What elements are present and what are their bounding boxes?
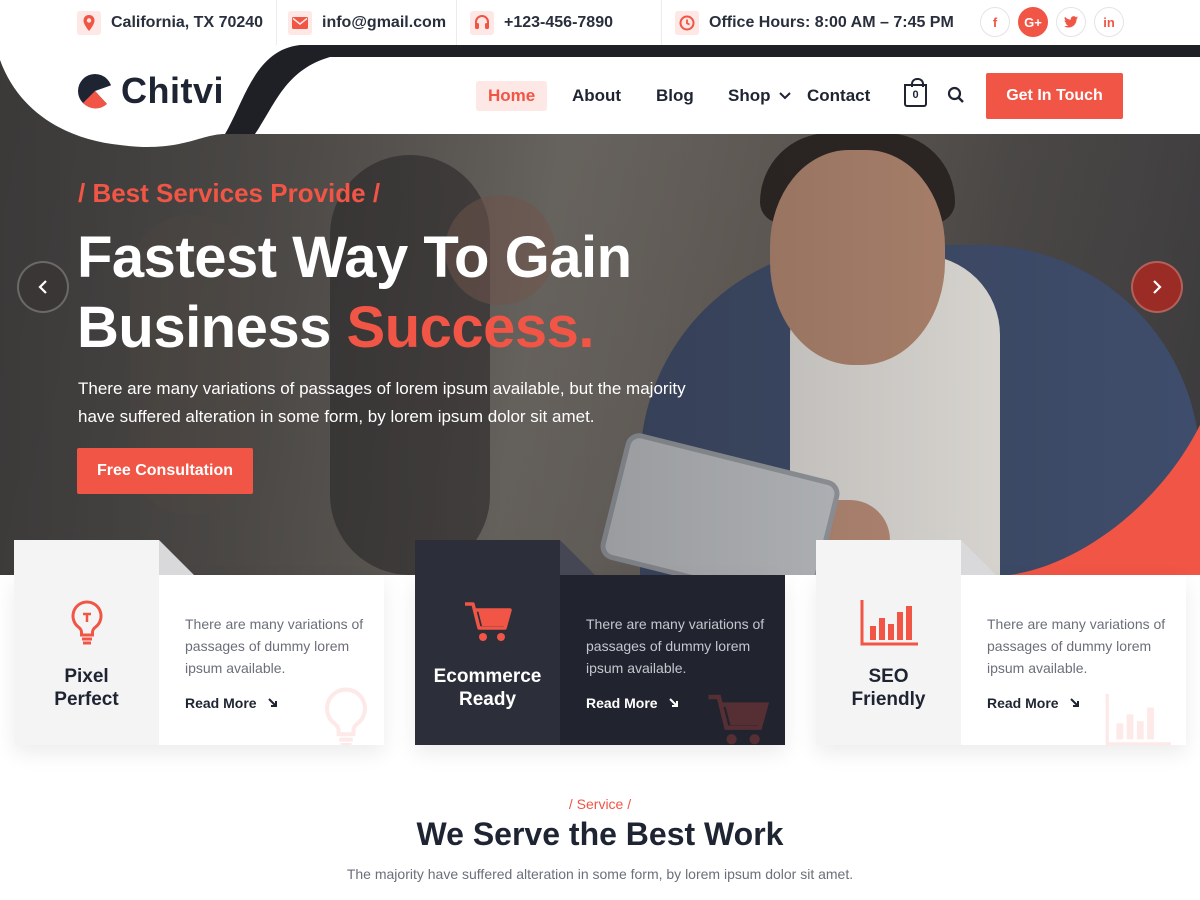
chevron-down-icon	[778, 92, 791, 100]
lightbulb-watermark-icon	[325, 687, 367, 745]
chevron-left-icon	[38, 280, 47, 294]
card-right-panel: There are many variations of passages of…	[961, 575, 1186, 745]
linkedin-icon[interactable]: in	[1094, 7, 1124, 37]
read-more-link[interactable]: Read More	[586, 695, 679, 711]
bar-chart-watermark-icon	[1105, 693, 1171, 745]
nav-blog[interactable]: Blog	[644, 81, 706, 111]
cart-watermark-icon	[708, 694, 770, 745]
nav-about[interactable]: About	[560, 81, 633, 111]
hero-corner-shape	[1010, 425, 1200, 575]
google-plus-label: G+	[1024, 14, 1042, 30]
headphones-icon	[470, 10, 494, 35]
logo-icon	[78, 74, 113, 109]
card-left-panel: SEO Friendly	[816, 575, 961, 745]
divider	[276, 0, 277, 45]
nav-shop[interactable]: Shop	[716, 81, 799, 111]
brand-name: Chitvi	[121, 70, 225, 111]
cart-count: 0	[912, 89, 919, 101]
search-icon[interactable]	[947, 86, 965, 104]
linkedin-label: in	[1103, 14, 1115, 30]
read-more-link[interactable]: Read More	[185, 695, 278, 711]
arrow-down-right-icon	[268, 698, 278, 707]
envelope-icon	[288, 10, 312, 35]
read-more-link[interactable]: Read More	[987, 695, 1080, 711]
read-more-label: Read More	[987, 695, 1059, 711]
hero-headline-accent: Success.	[346, 295, 595, 360]
service-eyebrow: / Service /	[568, 796, 632, 812]
card-description: There are many variations of passages of…	[185, 616, 364, 676]
nav-contact[interactable]: Contact	[795, 81, 882, 111]
card-title: SEO Friendly	[816, 665, 961, 711]
card-title: Pixel Perfect	[14, 665, 159, 711]
clock-icon	[675, 10, 699, 35]
feature-card-seo-friendly: SEO Friendly There are many variations o…	[816, 540, 1186, 745]
card-tab	[816, 540, 961, 575]
divider	[661, 0, 662, 45]
hero-headline-line2: Business Success.	[77, 293, 632, 363]
card-title-line: Perfect	[54, 689, 119, 710]
phone-text[interactable]: +123-456-7890	[504, 14, 613, 32]
hero-slider: Chitvi Home About Blog Shop Contact 0 Ge…	[0, 45, 1200, 575]
main-navigation: Chitvi Home About Blog Shop Contact 0 Ge…	[0, 45, 1200, 135]
arrow-down-right-icon	[1070, 698, 1080, 707]
arrow-down-right-icon	[669, 698, 679, 707]
bar-chart-icon	[816, 600, 961, 646]
slider-prev-button[interactable]	[17, 261, 69, 313]
cart-icon	[415, 600, 560, 644]
read-more-label: Read More	[586, 695, 658, 711]
card-title-line: Ecommerce	[433, 666, 542, 687]
nav-shop-label: Shop	[728, 86, 771, 105]
card-left-panel: Pixel Perfect	[14, 575, 159, 745]
address-info: California, TX 70240	[77, 0, 263, 45]
address-text: California, TX 70240	[111, 13, 264, 31]
card-left-panel: Ecommerce Ready	[415, 575, 560, 745]
location-pin-icon	[77, 10, 101, 35]
feature-card-ecommerce-ready: Ecommerce Ready There are many variation…	[415, 540, 785, 745]
hero-eyebrow: / Best Services Provide /	[78, 178, 381, 208]
card-title-line: Ready	[458, 689, 517, 710]
card-right-panel: There are many variations of passages of…	[560, 575, 785, 745]
hero-headline: Fastest Way To Gain Business Success.	[77, 223, 632, 363]
card-tab	[14, 540, 159, 575]
read-more-label: Read More	[185, 695, 257, 711]
service-subtitle: The majority have suffered alteration in…	[346, 866, 854, 882]
office-hours-info: Office Hours: 8:00 AM – 7:45 PM	[675, 0, 954, 45]
chevron-right-icon	[1153, 280, 1162, 294]
top-bar: California, TX 70240 info@gmail.com +123…	[0, 0, 1200, 45]
card-title-line: SEO	[868, 666, 909, 687]
google-plus-icon[interactable]: G+	[1018, 7, 1048, 37]
card-title-line: Friendly	[851, 689, 926, 710]
lightbulb-icon	[14, 600, 159, 646]
card-fold	[560, 540, 595, 575]
get-in-touch-button[interactable]: Get In Touch	[986, 73, 1123, 119]
service-title: We Serve the Best Work	[416, 816, 784, 852]
facebook-label: f	[992, 14, 998, 30]
twitter-icon[interactable]	[1056, 7, 1086, 37]
card-title-line: Pixel	[64, 666, 109, 687]
feature-card-pixel-perfect: Pixel Perfect There are many variations …	[14, 540, 384, 745]
email-text[interactable]: info@gmail.com	[322, 14, 446, 32]
divider	[456, 0, 457, 45]
card-tab	[415, 540, 560, 575]
nav-home[interactable]: Home	[476, 81, 548, 111]
slider-next-button[interactable]	[1131, 261, 1183, 313]
card-description: There are many variations of passages of…	[987, 616, 1166, 676]
card-description: There are many variations of passages of…	[586, 616, 765, 676]
office-hours-text: Office Hours: 8:00 AM – 7:45 PM	[709, 13, 954, 31]
email-info[interactable]: info@gmail.com	[288, 0, 446, 45]
cart-icon[interactable]: 0	[904, 78, 927, 107]
hero-headline-line1: Fastest Way To Gain	[77, 225, 632, 290]
facebook-icon[interactable]: f	[980, 7, 1010, 37]
hero-headline-word: Business	[77, 295, 331, 360]
card-title: Ecommerce Ready	[415, 665, 560, 711]
brand-logo[interactable]: Chitvi	[77, 70, 224, 112]
card-right-panel: There are many variations of passages of…	[159, 575, 384, 745]
free-consultation-button[interactable]: Free Consultation	[77, 448, 253, 494]
card-fold	[961, 540, 996, 575]
card-fold	[159, 540, 194, 575]
hero-description: There are many variations of passages of…	[78, 379, 686, 426]
phone-info[interactable]: +123-456-7890	[470, 0, 613, 45]
